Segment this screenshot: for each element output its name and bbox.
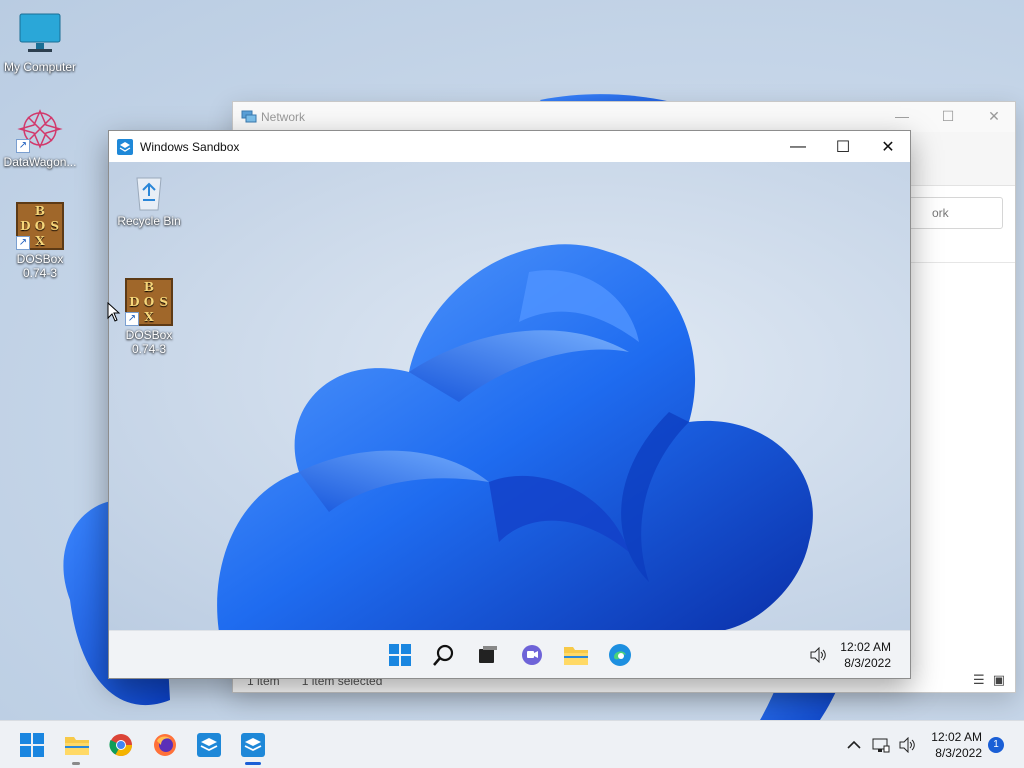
task-view-icon (479, 646, 497, 663)
sandbox-title: Windows Sandbox (140, 139, 240, 154)
chrome-icon (109, 734, 132, 756)
host-taskbar: 12:02 AM 8/3/2022 1 (0, 720, 1024, 768)
monitor-icon (16, 10, 64, 58)
sandbox-chat-button[interactable] (516, 639, 548, 671)
dosbox-label-line1: DOSBox (125, 328, 173, 342)
desktop-icon-dosbox[interactable]: BDOSX ↗ DOSBox 0.74-3 (0, 202, 80, 280)
sandbox-icon (241, 733, 265, 757)
network-icon (241, 110, 257, 124)
sandbox-volume-icon[interactable] (802, 639, 834, 671)
sandbox-desktop-icon-dosbox[interactable]: BDOSX ↗ DOSBox 0.74-3 (109, 278, 189, 356)
host-date: 8/3/2022 (935, 746, 982, 760)
file-explorer-icon (65, 737, 89, 755)
host-sandbox-active-button[interactable] (237, 729, 269, 761)
sandbox-task-view-button[interactable] (472, 639, 504, 671)
view-toggle: ☰ ▣ (973, 672, 1005, 688)
running-indicator (72, 762, 80, 765)
show-hidden-icons-button[interactable] (840, 729, 868, 761)
recycle-bin-label: Recycle Bin (117, 214, 181, 228)
start-icon (20, 733, 44, 757)
network-minimize-button[interactable]: — (879, 108, 925, 124)
sandbox-maximize-button[interactable]: ☐ (820, 131, 866, 162)
search-icon (433, 644, 454, 666)
sandbox-icon (197, 733, 221, 757)
notification-badge[interactable]: 1 (988, 737, 1004, 753)
sandbox-close-button[interactable]: ✕ (865, 131, 910, 162)
sandbox-app-icon (117, 138, 133, 155)
active-indicator (245, 762, 261, 765)
desktop-icon-datawagon[interactable]: ↗ DataWagon... (0, 105, 80, 169)
sandbox-search-button[interactable] (428, 639, 460, 671)
recycle-bin-icon (129, 172, 169, 212)
dosbox-label-line2: 0.74-3 (131, 342, 167, 356)
network-maximize-button[interactable]: ☐ (925, 108, 971, 125)
start-icon (389, 644, 411, 666)
network-close-button[interactable]: ✕ (971, 108, 1017, 125)
sandbox-time: 12:02 AM (840, 640, 891, 654)
sandbox-start-button[interactable] (384, 639, 416, 671)
sandbox-desktop-icon-recycle-bin[interactable]: Recycle Bin (109, 172, 189, 228)
sandbox-file-explorer-button[interactable] (560, 639, 592, 671)
network-titlebar[interactable]: Network — ☐ ✕ (233, 102, 1015, 132)
network-tray-icon[interactable] (868, 729, 894, 761)
mouse-cursor-icon (107, 302, 121, 322)
sandbox-minimize-button[interactable]: — (775, 131, 821, 162)
datawagon-icon: ↗ (16, 105, 64, 153)
desktop-icon-label-line1: DOSBox (16, 252, 64, 266)
chevron-up-icon (847, 740, 861, 749)
file-explorer-icon (564, 647, 588, 665)
host-sandbox-button[interactable] (193, 729, 225, 761)
chat-icon (522, 645, 542, 665)
shortcut-arrow-icon: ↗ (16, 236, 30, 250)
edge-icon (609, 644, 631, 666)
desktop-icon-label-line2: 0.74-3 (22, 266, 58, 280)
sandbox-window[interactable]: Windows Sandbox — ☐ ✕ Recycle Bin B D O … (108, 130, 911, 679)
sandbox-clock[interactable]: 12:02 AM 8/3/2022 (831, 639, 891, 671)
host-start-button[interactable] (16, 729, 48, 761)
network-search-text: ork (932, 206, 949, 220)
host-chrome-button[interactable] (105, 729, 137, 761)
details-view-icon[interactable]: ☰ (973, 672, 985, 688)
large-icons-view-icon[interactable]: ▣ (993, 672, 1005, 688)
desktop-icon-label: My Computer (3, 60, 77, 74)
dosbox-icon: BDOSX ↗ (16, 202, 64, 250)
sandbox-edge-button[interactable] (604, 639, 636, 671)
network-title: Network (261, 110, 306, 124)
desktop-icon-label: DataWagon... (3, 155, 77, 169)
sandbox-taskbar: 12:02 AM 8/3/2022 (109, 630, 910, 678)
host-time: 12:02 AM (931, 730, 982, 744)
volume-tray-icon[interactable] (894, 729, 920, 761)
sandbox-wallpaper-bloom (217, 244, 813, 630)
host-file-explorer-button[interactable] (61, 729, 93, 761)
desktop-icon-my-computer[interactable]: My Computer (0, 10, 80, 74)
host-firefox-button[interactable] (149, 729, 181, 761)
sandbox-titlebar[interactable]: Windows Sandbox — ☐ ✕ (109, 131, 910, 162)
sandbox-desktop[interactable]: Recycle Bin BDOSX ↗ DOSBox 0.74-3 (109, 162, 910, 630)
shortcut-arrow-icon: ↗ (16, 139, 30, 153)
sandbox-date: 8/3/2022 (844, 656, 891, 670)
firefox-icon (154, 734, 176, 756)
shortcut-arrow-icon: ↗ (125, 312, 139, 326)
host-clock[interactable]: 12:02 AM 8/3/2022 (920, 729, 982, 761)
dosbox-icon: BDOSX ↗ (125, 278, 173, 326)
